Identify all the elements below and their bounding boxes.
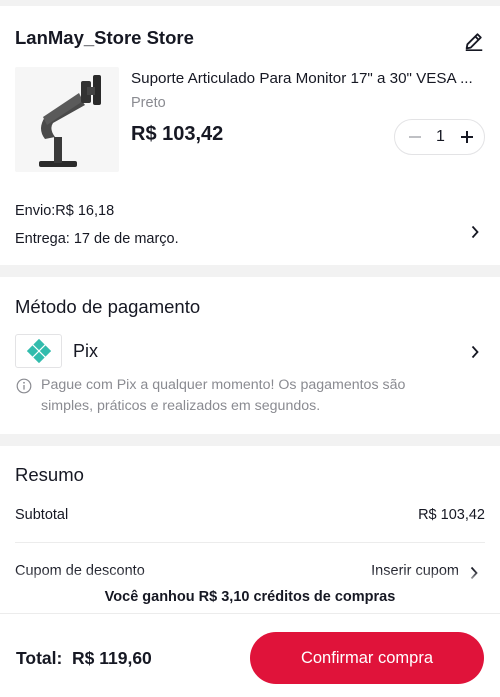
checkout-bottom-bar: Total: R$ 119,60 Confirmar compra bbox=[0, 613, 500, 697]
payment-method-label: Pix bbox=[73, 341, 99, 361]
coupon-row[interactable]: Cupom de desconto Inserir cupom bbox=[15, 563, 485, 580]
confirm-purchase-button[interactable]: Confirmar compra bbox=[250, 632, 484, 684]
pix-logo bbox=[15, 334, 62, 368]
shipping-cost: Envio:R$ 16,18 bbox=[15, 203, 115, 219]
divider bbox=[15, 542, 485, 543]
increase-quantity-button[interactable] bbox=[453, 123, 481, 151]
chevron-right-icon bbox=[471, 225, 479, 239]
quantity-value[interactable]: 1 bbox=[431, 128, 450, 146]
shipping-row[interactable]: Envio:R$ 16,18 Entrega: 17 de de março. bbox=[0, 198, 500, 258]
edit-pencil-icon[interactable] bbox=[463, 30, 485, 52]
summary-section-title: Resumo bbox=[15, 464, 84, 485]
product-title[interactable]: Suporte Articulado Para Monitor 17" a 30… bbox=[131, 70, 483, 87]
decrease-quantity-button[interactable] bbox=[401, 123, 429, 151]
chevron-right-icon bbox=[470, 566, 478, 580]
payment-option-pix[interactable]: Pix bbox=[0, 334, 500, 370]
payment-section-title: Método de pagamento bbox=[15, 296, 201, 317]
info-icon bbox=[16, 378, 32, 394]
product-price: R$ 103,42 bbox=[131, 123, 224, 145]
store-name[interactable]: LanMay_Store Store bbox=[15, 27, 194, 49]
product-variant: Preto bbox=[131, 95, 166, 111]
chevron-right-icon bbox=[471, 345, 479, 359]
total-label: Total: bbox=[16, 648, 63, 668]
insert-coupon-link[interactable]: Inserir cupom bbox=[371, 563, 459, 579]
subtotal-value: R$ 103,42 bbox=[418, 507, 485, 523]
minus-icon bbox=[409, 136, 421, 138]
plus-icon bbox=[461, 131, 473, 143]
subtotal-row: Subtotal R$ 103,42 bbox=[15, 507, 485, 523]
pix-icon bbox=[26, 339, 51, 363]
quantity-stepper: 1 bbox=[394, 119, 485, 155]
store-card: LanMay_Store Store Suporte Articulado Pa… bbox=[0, 6, 500, 265]
coupon-label: Cupom de desconto bbox=[15, 563, 145, 579]
subtotal-label: Subtotal bbox=[15, 507, 69, 523]
delivery-date: Entrega: 17 de de março. bbox=[15, 231, 179, 247]
payment-info-text: Pague com Pix a qualquer momento! Os pag… bbox=[41, 377, 406, 414]
product-image[interactable] bbox=[15, 67, 119, 172]
payment-method-card: Método de pagamento Pix Pague com Pix a … bbox=[0, 277, 500, 434]
monitor-arm-image bbox=[39, 75, 101, 167]
credits-earned-banner: Você ganhou R$ 3,10 créditos de compras bbox=[0, 583, 500, 611]
total-value: R$ 119,60 bbox=[72, 648, 152, 668]
